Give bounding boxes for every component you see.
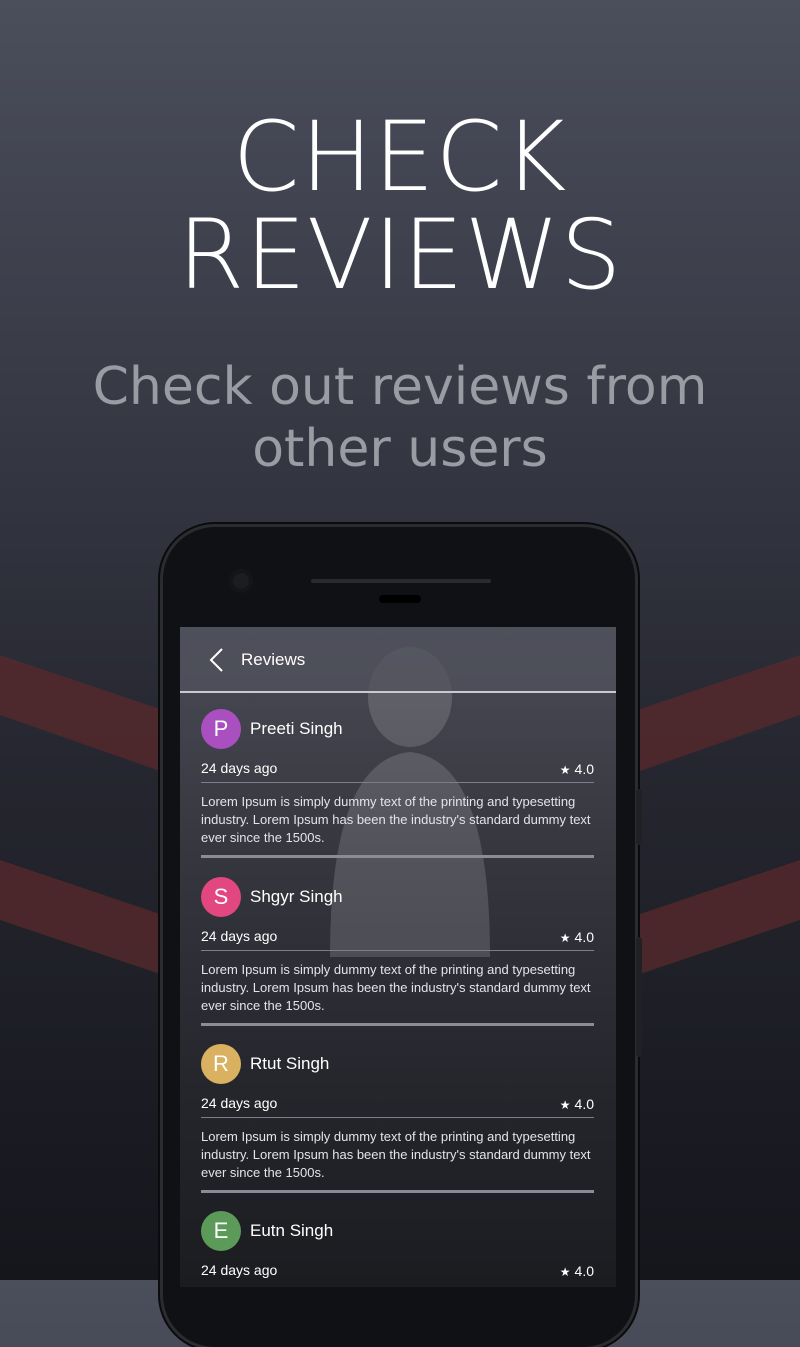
review-rating: ★ 4.0 [560, 1263, 594, 1279]
app-screen: Reviews P Preeti Singh 24 days ago ★ 4.0 … [180, 627, 616, 1287]
rating-value: 4.0 [574, 929, 594, 945]
review-rating: ★ 4.0 [560, 761, 594, 777]
subtitle: Check out reviews from other users [92, 357, 708, 479]
reviewer-name: Eutn Singh [250, 1221, 334, 1240]
earpiece [379, 595, 421, 603]
volume-button [636, 789, 642, 845]
app-bar: Reviews [180, 627, 616, 693]
reviewer-name: Rtut Singh [250, 1054, 330, 1073]
review-separator [201, 1023, 594, 1026]
review-date: 24 days ago [201, 760, 278, 776]
front-camera [229, 569, 253, 593]
avatar: S [201, 877, 241, 917]
rating-value: 4.0 [574, 1096, 594, 1112]
power-button [636, 937, 642, 1057]
headline: CHECK REVIEWS [0, 108, 800, 304]
divider [201, 1117, 594, 1118]
speaker-grille [311, 579, 491, 583]
avatar: P [201, 709, 241, 749]
review-rating: ★ 4.0 [560, 929, 594, 945]
chevron-left-icon[interactable] [206, 647, 228, 673]
rating-value: 4.0 [574, 761, 594, 777]
review-separator [201, 855, 594, 858]
divider [201, 950, 594, 951]
review-date: 24 days ago [201, 1095, 278, 1111]
app-bar-title: Reviews [241, 650, 306, 669]
avatar: R [201, 1044, 241, 1084]
rating-value: 4.0 [574, 1263, 594, 1279]
star-icon: ★ [559, 1265, 571, 1279]
star-icon: ★ [559, 931, 571, 945]
headline-line-2: REVIEWS [177, 199, 623, 311]
review-date: 24 days ago [201, 928, 278, 944]
star-icon: ★ [559, 763, 571, 777]
reviewer-name: Preeti Singh [250, 719, 343, 738]
review-text: Lorem Ipsum is simply dummy text of the … [201, 962, 591, 1013]
review-date: 24 days ago [201, 1262, 278, 1278]
review-text: Lorem Ipsum is simply dummy text of the … [201, 794, 591, 845]
review-text: Lorem Ipsum is simply dummy text of the … [201, 1129, 591, 1180]
reviewer-name: Shgyr Singh [250, 887, 343, 906]
star-icon: ★ [559, 1098, 571, 1112]
avatar: E [201, 1211, 241, 1251]
review-separator [201, 1190, 594, 1193]
divider [201, 782, 594, 783]
headline-line-1: CHECK [232, 101, 568, 213]
review-rating: ★ 4.0 [560, 1096, 594, 1112]
